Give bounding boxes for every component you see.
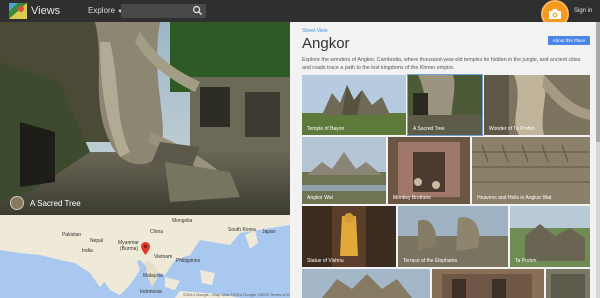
tile-label: Ta Prohm xyxy=(515,258,537,264)
map-label: Japan xyxy=(262,229,276,235)
tile-photo xyxy=(302,269,430,298)
explore-label: Explore xyxy=(88,6,116,15)
search-input[interactable] xyxy=(123,5,191,16)
scrollbar-thumb[interactable] xyxy=(596,22,600,142)
photo-tile[interactable]: A Sacred Tree xyxy=(407,74,483,136)
brand-title[interactable]: Views xyxy=(31,5,60,17)
map-label: India xyxy=(82,248,93,254)
tile-label: Angkor Wat xyxy=(307,195,333,201)
sign-in-link[interactable]: Sign in xyxy=(574,8,592,14)
photo-tile[interactable]: Terrace of the Elephants xyxy=(398,206,508,267)
photo-tile[interactable] xyxy=(302,269,430,298)
tile-label: Temple of Bayon xyxy=(307,126,345,132)
hero-street-view-image[interactable] xyxy=(0,22,290,215)
search-box xyxy=(121,4,206,18)
search-icon[interactable] xyxy=(192,5,203,16)
maps-logo-icon[interactable] xyxy=(9,3,27,19)
photo-tile[interactable]: Wonder of Ta Prohm xyxy=(484,75,590,135)
map-attribution-text: ©2014 Google - Map data ©2014 Google, IN… xyxy=(183,292,270,297)
tile-label: A Sacred Tree xyxy=(413,126,445,132)
map-label: Malaysia xyxy=(143,273,163,279)
page-title: Angkor xyxy=(302,35,350,52)
map-label: Indonesia xyxy=(140,289,162,295)
map-label: South Korea xyxy=(228,227,256,233)
photo-tile[interactable] xyxy=(546,269,590,298)
photo-tile[interactable]: Temple of Bayon xyxy=(302,75,406,135)
photo-tile[interactable]: Monkey Brothers xyxy=(388,137,470,204)
about-this-place-button[interactable]: About this Place xyxy=(548,36,590,45)
tile-photo xyxy=(302,137,386,204)
map-label: Pakistan xyxy=(62,232,82,238)
tile-label: Wonder of Ta Prohm xyxy=(489,126,535,132)
tile-label: Heavens and Hells in Angkor Wat xyxy=(477,195,552,201)
top-bar: Views Explore▼ Sign in xyxy=(0,0,600,22)
tile-label: Terrace of the Elephants xyxy=(403,258,458,264)
explore-menu[interactable]: Explore▼ xyxy=(88,6,123,15)
map-label: Philippines xyxy=(176,258,201,264)
tile-photo xyxy=(546,269,590,298)
sacred-tree-photo xyxy=(0,22,290,215)
map-label: Nepal xyxy=(90,238,104,244)
map-pin-icon[interactable] xyxy=(141,242,150,255)
camera-icon xyxy=(549,9,561,19)
map-label: Vietnam xyxy=(154,254,173,260)
photo-tile[interactable]: Ta Prohm xyxy=(510,206,590,267)
tile-photo xyxy=(432,269,544,298)
breadcrumb[interactable]: Street View xyxy=(302,28,327,34)
map-label: China xyxy=(150,229,164,235)
hero-caption-title: A Sacred Tree xyxy=(30,199,81,208)
map-label: Mongolia xyxy=(172,218,193,224)
place-description: Explore the wonders of Angkor, Cambodia,… xyxy=(302,57,581,71)
photo-tile[interactable] xyxy=(432,269,544,298)
tile-photo xyxy=(388,137,470,204)
photo-tile[interactable]: Statue of Vishnu xyxy=(302,206,396,267)
tile-label: Statue of Vishnu xyxy=(307,258,344,264)
photo-tile[interactable]: Heavens and Hells in Angkor Wat xyxy=(472,137,590,204)
avatar[interactable] xyxy=(10,196,24,210)
tile-photo xyxy=(472,137,590,204)
tile-label: Monkey Brothers xyxy=(393,195,431,201)
map-label: (Burma) xyxy=(120,246,139,252)
location-map[interactable]: Mongolia Pakistan Nepal China South Kore… xyxy=(0,215,290,298)
photo-tile[interactable]: Angkor Wat xyxy=(302,137,386,204)
map-attribution: ©2014 Google - Map data ©2014 Google, IN… xyxy=(183,292,294,297)
